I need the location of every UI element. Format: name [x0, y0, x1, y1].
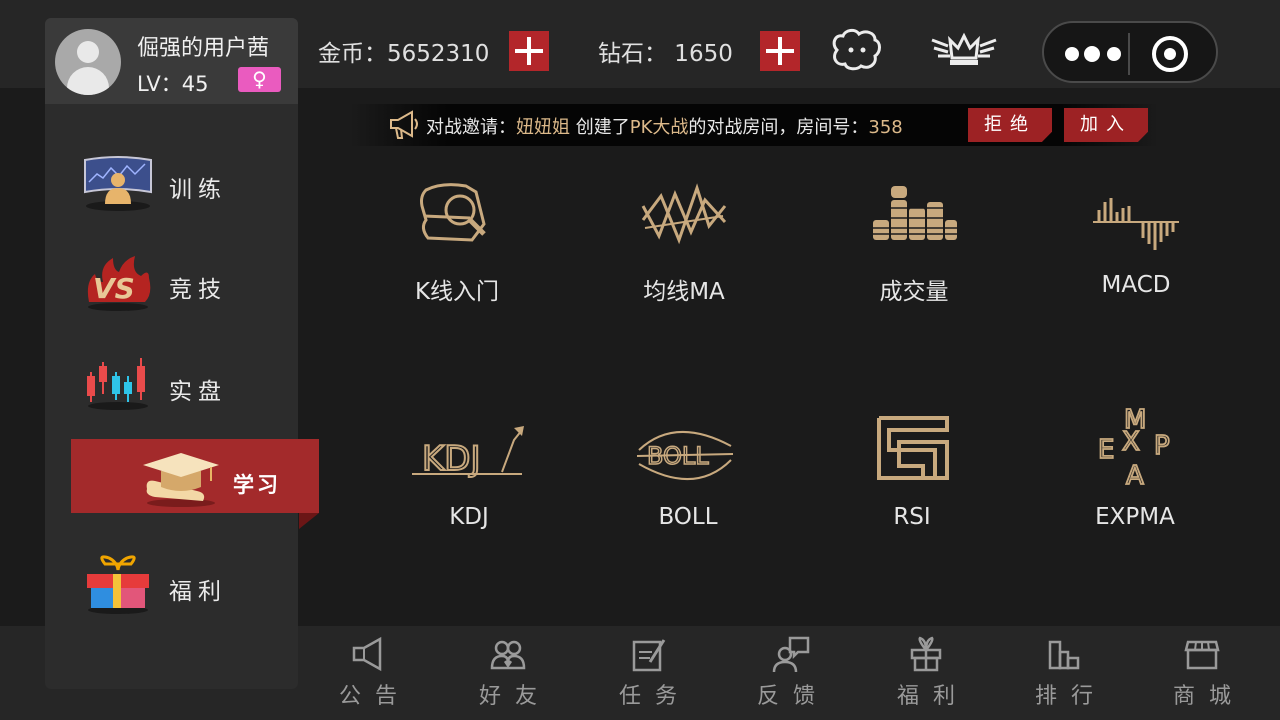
- invite-middle: 创建了: [575, 117, 630, 138]
- sidebar-item-training[interactable]: 训练: [45, 146, 298, 226]
- room-number: 358: [868, 117, 903, 138]
- username: 倔强的用户茜: [137, 36, 270, 61]
- svg-text:X: X: [1122, 427, 1140, 457]
- lesson-kdj[interactable]: KDJ KDJ: [384, 420, 554, 560]
- add-diamonds-button[interactable]: [760, 31, 800, 71]
- bottom-nav-shop[interactable]: 商城: [1142, 634, 1262, 712]
- sidebar-item-label: 竞技: [169, 277, 227, 303]
- lesson-label: KDJ: [449, 504, 489, 530]
- training-screen-icon: [84, 156, 152, 211]
- lesson-kline-basics[interactable]: K线入门: [372, 176, 542, 316]
- mini-program-capsule: [1042, 21, 1218, 83]
- gift-box-icon: [87, 555, 149, 614]
- reject-button[interactable]: 拒绝: [968, 108, 1052, 142]
- gift-icon: [910, 636, 942, 672]
- lesson-label: MACD: [1101, 272, 1171, 298]
- vs-flame-icon: VS: [87, 256, 151, 311]
- bottom-nav-friends[interactable]: 好友: [448, 634, 568, 712]
- bottom-nav-welfare[interactable]: 福利: [866, 634, 986, 712]
- sidebar-item-label: 学习: [233, 473, 281, 497]
- bottom-nav-label: 排行: [1034, 684, 1107, 709]
- add-coins-button[interactable]: [509, 31, 549, 71]
- svg-text:BOLL: BOLL: [647, 442, 709, 470]
- lesson-rsi[interactable]: RSI: [827, 412, 997, 552]
- diamonds-counter: 钻石： 1650: [598, 41, 733, 67]
- sidebar-item-label: 福利: [169, 579, 227, 605]
- invite-suffix: 的对战房间，房间号：: [688, 117, 869, 138]
- bottom-nav-label: 反馈: [756, 684, 829, 709]
- sidebar-item-arena[interactable]: VS 竞技: [45, 246, 298, 326]
- feedback-icon: [772, 636, 810, 672]
- bottom-nav-label: 公告: [338, 684, 411, 709]
- sidebar-item-live[interactable]: 实盘: [45, 348, 298, 428]
- coins-counter: 金币：5652310: [318, 41, 490, 67]
- svg-text:P: P: [1154, 431, 1170, 461]
- svg-text:KDJ: KDJ: [422, 439, 481, 479]
- invite-prefix: 对战邀请：: [426, 117, 516, 138]
- lesson-label: EXPMA: [1095, 504, 1175, 530]
- megaphone-icon: [390, 110, 418, 139]
- user-level: LV：45: [137, 72, 209, 96]
- capsule-divider: [1128, 33, 1130, 75]
- friends-icon: [490, 640, 526, 670]
- sidebar-item-welfare[interactable]: 福利: [45, 548, 298, 628]
- invite-message: 对战邀请：妞妞姐 创建了PK大战的对战房间，房间号：358: [426, 113, 903, 139]
- kdj-icon: KDJ: [412, 426, 524, 480]
- sidebar-item-label: 实盘: [169, 379, 227, 405]
- crown-wings-icon[interactable]: [930, 28, 998, 68]
- lesson-label: BOLL: [658, 504, 718, 530]
- sidebar: 倔强的用户茜 LV：45 ♀ 训练 VS 竞技 实盘 福利: [45, 18, 298, 689]
- close-target-icon[interactable]: [1150, 34, 1190, 74]
- lesson-macd[interactable]: MACD: [1051, 176, 1221, 316]
- more-options-icon[interactable]: [1062, 42, 1132, 66]
- bottom-nav-ranking[interactable]: 排行: [1004, 634, 1124, 712]
- bottom-nav-announcement[interactable]: 公告: [308, 634, 428, 712]
- inviter-name: 妞妞姐: [516, 117, 570, 138]
- user-profile[interactable]: 倔强的用户茜 LV：45 ♀: [45, 18, 298, 104]
- boll-icon: BOLL: [636, 430, 734, 481]
- coin-stacks-icon: [873, 186, 957, 240]
- monster-face-icon[interactable]: [829, 28, 883, 72]
- lesson-label: 均线MA: [643, 279, 725, 305]
- megaphone-icon: [352, 636, 382, 672]
- moving-average-icon: [641, 183, 727, 245]
- graduation-cap-icon: [143, 453, 219, 507]
- bottom-nav-label: 任务: [618, 684, 691, 709]
- candle-magnifier-icon: [420, 183, 486, 242]
- task-edit-icon: [632, 639, 666, 672]
- lesson-label: RSI: [893, 504, 931, 530]
- ribbon-fold: [299, 513, 319, 529]
- female-gender-badge: ♀: [238, 67, 281, 92]
- lesson-label: K线入门: [414, 279, 500, 305]
- bottom-nav-label: 福利: [896, 684, 969, 709]
- bottom-nav-feedback[interactable]: 反馈: [726, 634, 846, 712]
- ranking-icon: [1048, 640, 1080, 670]
- shop-icon: [1184, 640, 1220, 670]
- avatar-head: [77, 41, 99, 63]
- svg-text:VS: VS: [93, 272, 135, 305]
- lesson-ma[interactable]: 均线MA: [599, 176, 769, 316]
- bottom-nav-label: 好友: [478, 684, 551, 709]
- avatar[interactable]: [55, 29, 121, 95]
- bottom-nav-tasks[interactable]: 任务: [588, 634, 708, 712]
- candlestick-icon: [87, 358, 148, 410]
- lesson-expma[interactable]: M E P A X EXPMA: [1050, 404, 1220, 544]
- svg-text:E: E: [1098, 435, 1114, 465]
- lesson-boll[interactable]: BOLL BOLL: [603, 420, 773, 560]
- sidebar-item-label: 训练: [169, 177, 227, 203]
- sidebar-item-study[interactable]: 学习: [71, 439, 319, 529]
- battle-invite-banner: 对战邀请：妞妞姐 创建了PK大战的对战房间，房间号：358 拒绝 加入: [350, 104, 1158, 146]
- rsi-icon: [877, 416, 949, 480]
- macd-histogram-icon: [1093, 198, 1179, 250]
- battle-mode: PK大战: [629, 117, 689, 138]
- bottom-nav-label: 商城: [1172, 684, 1245, 709]
- lesson-label: 成交量: [879, 279, 949, 305]
- join-button[interactable]: 加入: [1064, 108, 1148, 142]
- svg-text:A: A: [1126, 461, 1144, 488]
- avatar-body: [67, 67, 109, 95]
- expma-icon: M E P A X: [1097, 404, 1170, 488]
- lesson-volume[interactable]: 成交量: [829, 176, 999, 316]
